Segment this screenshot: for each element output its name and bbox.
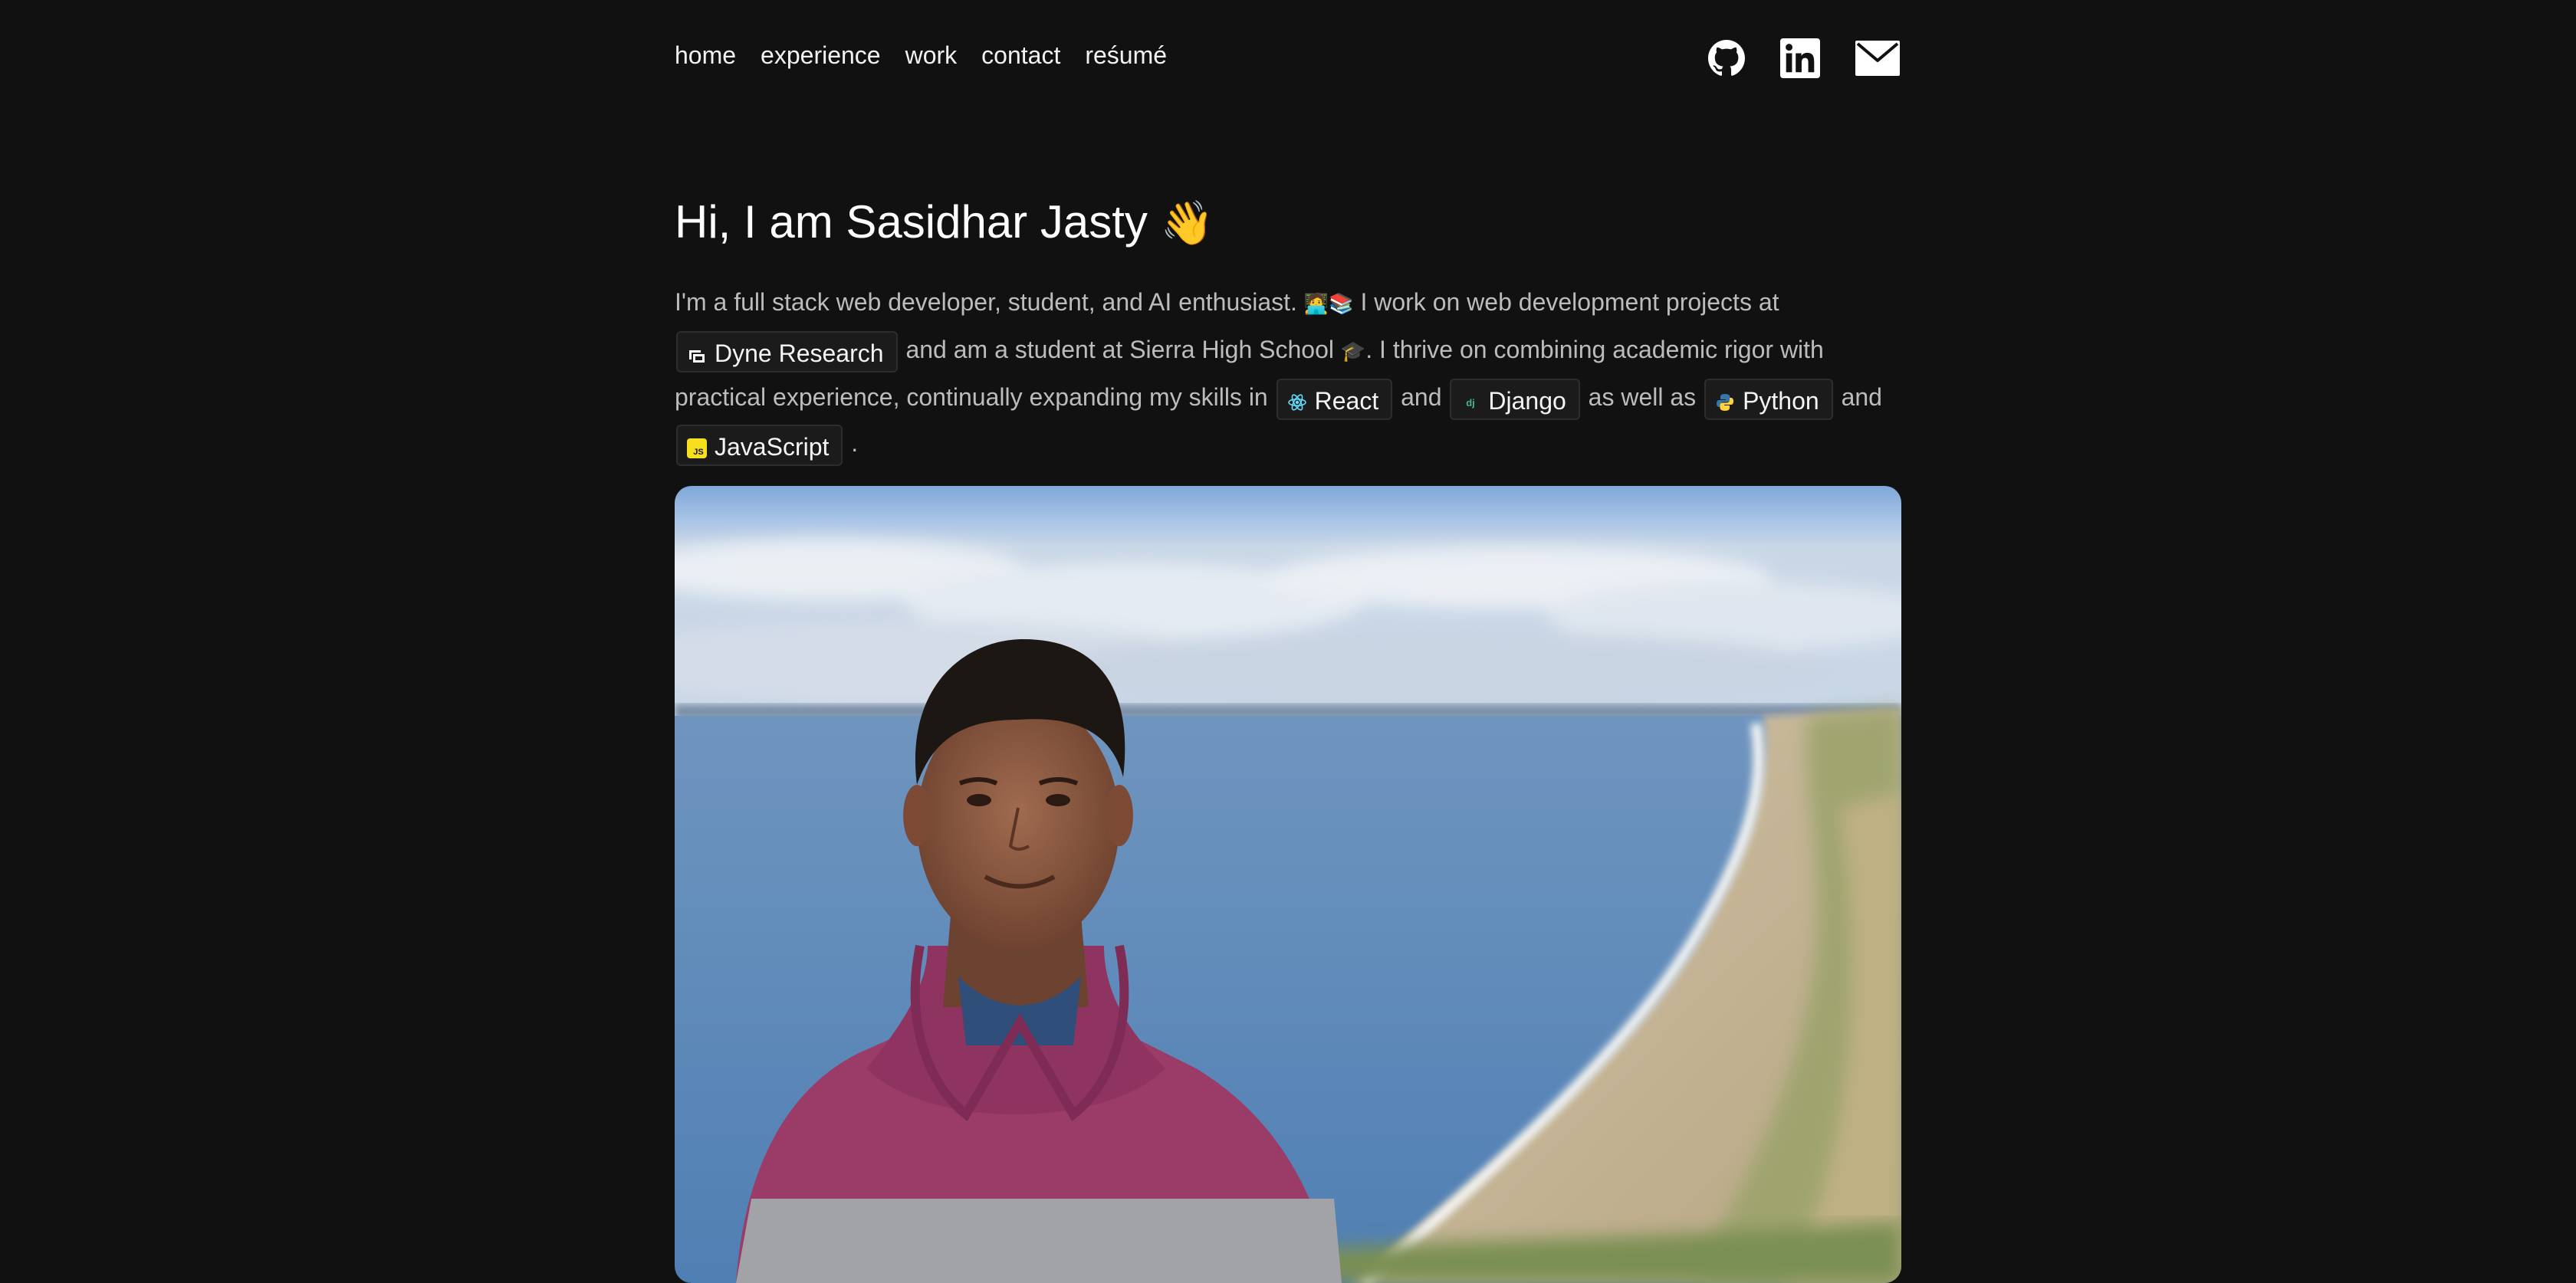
python-icon [1717, 393, 1734, 411]
python-chip[interactable]: Python [1704, 378, 1833, 420]
dyne-research-icon [689, 349, 705, 363]
github-link[interactable] [1708, 40, 1745, 77]
student-emoji: 🧑‍💻📚 [1303, 292, 1354, 315]
portrait-illustration [675, 486, 1901, 1283]
nav-experience[interactable]: experience [761, 40, 881, 71]
wave-emoji: 👋 [1160, 199, 1214, 247]
linkedin-icon [1780, 38, 1820, 78]
nav-contact[interactable]: contact [981, 40, 1060, 71]
nav-home[interactable]: home [675, 40, 736, 71]
svg-text:JS: JS [693, 448, 703, 457]
email-link[interactable] [1855, 41, 1900, 76]
social-links [1708, 38, 1900, 78]
svg-text:dj: dj [1467, 397, 1476, 409]
title-text: Hi, I am Sasidhar Jasty [675, 196, 1148, 248]
python-label: Python [1743, 386, 1819, 415]
react-chip[interactable]: React [1276, 378, 1393, 420]
react-label: React [1314, 386, 1379, 415]
intro-text-2: I work on web development projects at [1360, 288, 1779, 316]
intro-text-7: and [1841, 383, 1882, 411]
portrait-photo [675, 486, 1901, 1283]
intro-text-8: . [851, 429, 859, 457]
mail-icon [1855, 41, 1900, 76]
top-nav: home experience work contact reśumé [675, 40, 1167, 71]
graduation-cap-emoji: 🎓 [1340, 340, 1366, 363]
django-label: Django [1488, 386, 1566, 415]
nav-work[interactable]: work [905, 40, 958, 71]
react-icon [1287, 393, 1306, 411]
page-title: Hi, I am Sasidhar Jasty 👋 [675, 192, 1214, 254]
intro-text-6: as well as [1588, 383, 1697, 411]
javascript-label: JavaScript [715, 432, 830, 461]
linkedin-link[interactable] [1780, 38, 1820, 78]
dyne-research-label: Dyne Research [715, 339, 884, 367]
nav-resume[interactable]: reśumé [1085, 40, 1167, 71]
intro-text-3: and am a student at Sierra High School [905, 336, 1334, 363]
intro-paragraph: I'm a full stack web developer, student,… [675, 279, 1901, 466]
intro-text-1: I'm a full stack web developer, student,… [675, 288, 1297, 316]
dyne-research-chip[interactable]: Dyne Research [676, 330, 898, 372]
github-icon [1708, 40, 1745, 76]
django-icon: dj [1460, 392, 1481, 412]
javascript-icon: JS [687, 438, 707, 458]
django-chip[interactable]: dj Django [1450, 378, 1580, 420]
intro-text-5: and [1401, 383, 1442, 411]
javascript-chip[interactable]: JS JavaScript [676, 424, 843, 466]
